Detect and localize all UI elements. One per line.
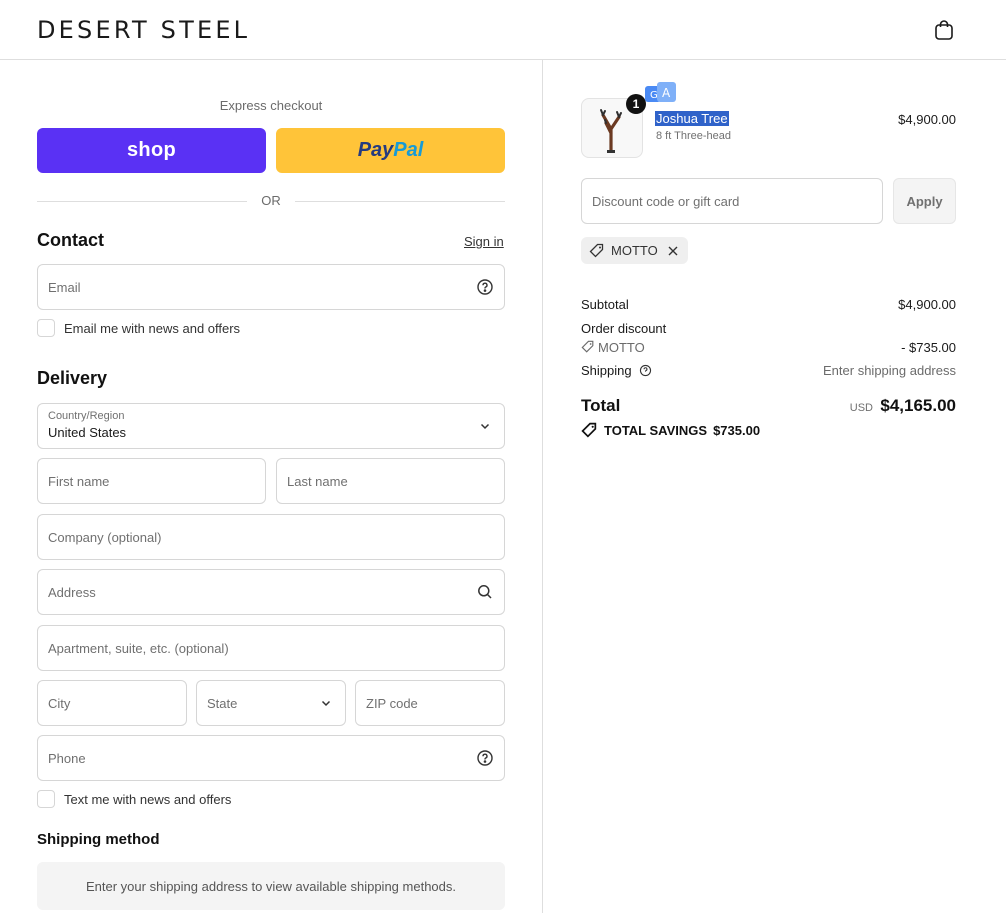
total-value: $4,165.00 (880, 396, 956, 415)
applied-discount-chip: MOTTO (581, 237, 688, 264)
order-discount-row: Order discount (581, 321, 956, 336)
zip-placeholder: ZIP code (366, 696, 418, 711)
email-opt-in-label: Email me with news and offers (64, 320, 241, 336)
shipping-row: Shipping Enter shipping address (581, 363, 956, 378)
zip-field[interactable]: ZIP code (355, 680, 505, 726)
total-label: Total (581, 396, 621, 415)
shipping-label: Shipping (581, 363, 632, 378)
first-name-field[interactable]: First name (37, 458, 266, 504)
help-icon[interactable] (476, 278, 494, 296)
shipping-value: Enter shipping address (823, 363, 956, 378)
email-field[interactable]: Email (37, 264, 505, 310)
svg-text:A: A (662, 86, 671, 100)
express-checkout-title: Express checkout (219, 98, 323, 113)
last-name-field[interactable]: Last name (276, 458, 505, 504)
state-placeholder: State (207, 696, 238, 711)
shop-pay-label: shop (127, 139, 176, 161)
product-name[interactable]: Joshua Tree (655, 111, 729, 126)
apply-discount-button[interactable]: Apply (893, 178, 956, 224)
phone-placeholder: Phone (48, 751, 86, 766)
help-icon[interactable] (639, 364, 652, 377)
first-name-placeholder: First name (48, 474, 110, 489)
subtotal-label: Subtotal (581, 297, 629, 312)
text-opt-in-row[interactable]: Text me with news and offers (37, 789, 231, 809)
state-select[interactable]: State (196, 680, 346, 726)
discount-code-row: MOTTO - $735.00 (581, 340, 956, 355)
tag-icon (589, 243, 604, 257)
contact-title: Contact (37, 230, 104, 250)
paypal-label-pay: Pay (357, 139, 394, 161)
delivery-title: Delivery (37, 368, 108, 388)
company-field[interactable]: Company (optional) (37, 514, 505, 560)
total-currency: USD (849, 402, 873, 414)
company-placeholder: Company (optional) (48, 530, 162, 545)
country-label: Country/Region (48, 410, 125, 422)
subtotal-row: Subtotal $4,900.00 (581, 297, 956, 312)
discount-code-input[interactable]: Discount code or gift card (581, 178, 883, 224)
shipping-method-title: Shipping method (37, 831, 160, 848)
city-field[interactable]: City (37, 680, 187, 726)
chevron-down-icon (321, 700, 331, 707)
search-icon (478, 585, 492, 599)
or-separator: OR (37, 192, 505, 210)
shipping-methods-notice: Enter your shipping address to view avai… (37, 862, 505, 910)
separator-line-right (295, 201, 505, 202)
country-value: United States (48, 425, 127, 440)
discount-code-label: MOTTO (598, 340, 645, 355)
last-name-placeholder: Last name (287, 474, 348, 489)
column-divider (542, 60, 543, 913)
apartment-field[interactable]: Apartment, suite, etc. (optional) (37, 625, 505, 671)
total-savings-value: $735.00 (713, 423, 761, 438)
discount-value: - $735.00 (901, 340, 956, 355)
shop-pay-button[interactable]: shop (37, 128, 266, 173)
order-discount-label: Order discount (581, 321, 667, 336)
address-field[interactable]: Address (37, 569, 505, 615)
email-placeholder: Email (48, 280, 81, 295)
discount-placeholder: Discount code or gift card (592, 194, 740, 209)
address-placeholder: Address (48, 585, 96, 600)
header: DESERT STEEL (0, 0, 1006, 60)
remove-discount-icon[interactable] (666, 244, 680, 258)
shipping-methods-message: Enter your shipping address to view avai… (86, 878, 456, 894)
country-select[interactable]: Country/Region United States (37, 403, 505, 449)
product-price: $4,900.00 (898, 112, 956, 127)
email-opt-in-row[interactable]: Email me with news and offers (37, 318, 240, 338)
svg-text:G: G (650, 90, 658, 101)
total-savings-label: TOTAL SAVINGS (604, 423, 708, 438)
paypal-label-pal: Pal (393, 139, 424, 161)
email-opt-in-checkbox[interactable] (37, 319, 55, 337)
store-logo[interactable]: DESERT STEEL (37, 16, 250, 44)
translate-icon[interactable]: G A (643, 81, 677, 107)
product-variant: 8 ft Three-head (656, 130, 732, 142)
paypal-button[interactable]: Pay Pal (276, 128, 505, 173)
shopping-bag-icon[interactable] (932, 18, 956, 42)
applied-code-label: MOTTO (611, 243, 658, 258)
tag-icon (581, 422, 597, 438)
chevron-down-icon (480, 423, 490, 430)
city-placeholder: City (48, 696, 71, 711)
apply-label: Apply (906, 193, 943, 209)
phone-field[interactable]: Phone (37, 735, 505, 781)
total-savings-row: TOTAL SAVINGS $735.00 (581, 422, 760, 439)
apartment-placeholder: Apartment, suite, etc. (optional) (48, 641, 229, 656)
help-icon[interactable] (476, 749, 494, 767)
text-opt-in-label: Text me with news and offers (64, 791, 232, 807)
tag-icon (581, 340, 594, 353)
text-opt-in-checkbox[interactable] (37, 790, 55, 808)
subtotal-value: $4,900.00 (898, 297, 956, 312)
sign-in-link[interactable]: Sign in (464, 234, 504, 249)
